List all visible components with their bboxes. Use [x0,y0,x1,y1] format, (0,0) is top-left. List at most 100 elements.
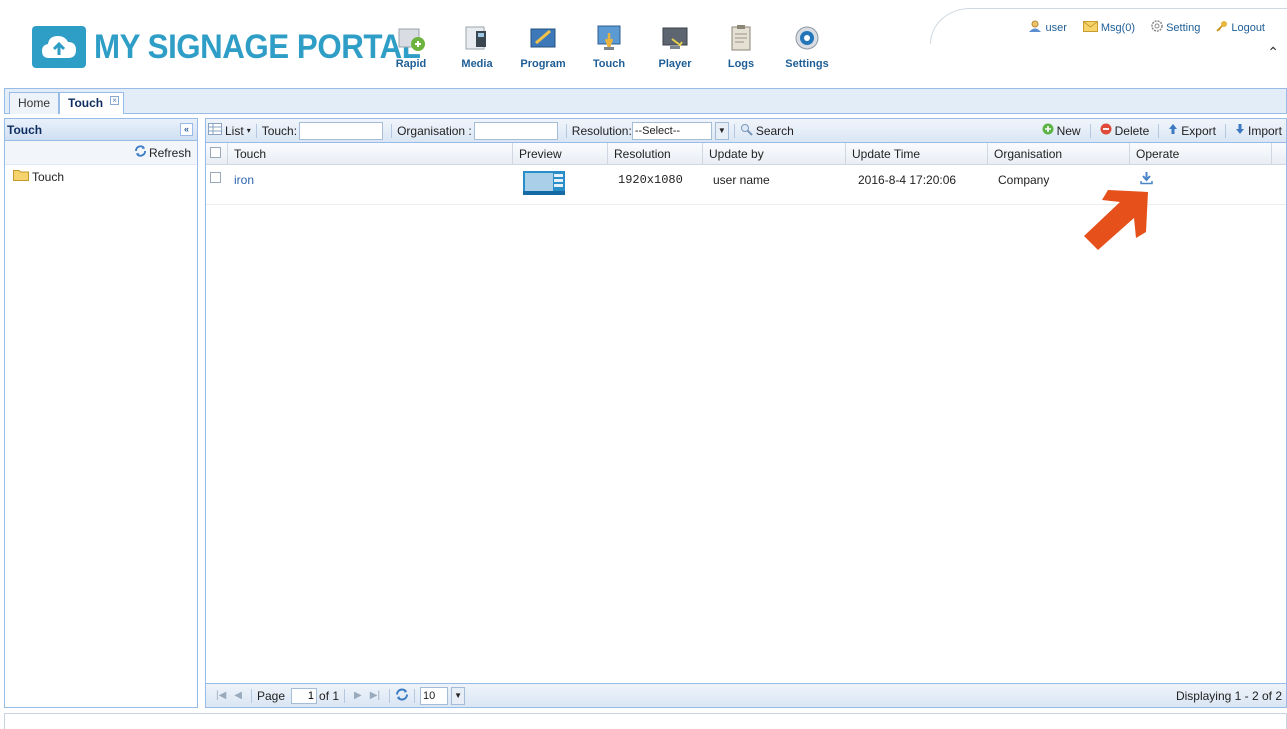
left-toolbar: Refresh [5,141,197,165]
chevron-down-icon[interactable]: ▼ [714,121,729,140]
media-icon [462,22,492,54]
tab-touch[interactable]: Touch × [59,92,125,114]
resolution-value: 1920x1080 [618,173,683,187]
top-links: user Msg(0) Setting Logout [1028,20,1265,35]
update-by-value: user name [713,173,770,187]
settings-icon [792,22,822,54]
list-menu-button[interactable]: List ▾ [208,123,251,138]
pager-separator [414,688,416,703]
nav-rapid[interactable]: Rapid [378,22,444,70]
collapse-left-icon[interactable]: « [180,123,193,136]
mail-icon [1082,20,1098,35]
program-icon [528,22,558,54]
operate-cell [1130,171,1272,188]
folder-icon [13,169,29,184]
touch-icon [594,22,624,54]
user-link[interactable]: user [1028,20,1067,35]
grid-header: Touch Preview Resolution Update by Updat… [206,143,1286,165]
search-icon [740,123,753,139]
first-page-icon[interactable]: |◀ [216,690,226,701]
select-all-checkbox[interactable] [206,143,228,164]
grid-toolbar: List ▾ Touch: Organisation : Resolution:… [206,119,1286,143]
column-organisation[interactable]: Organisation [988,143,1130,164]
page-number-input[interactable] [291,687,318,704]
touch-filter-input[interactable] [299,121,384,140]
organisation-filter-input[interactable] [473,121,558,140]
nav-logs[interactable]: Logs [708,22,774,70]
key-icon [1216,20,1228,35]
logs-icon [726,22,756,54]
rapid-icon [396,22,426,54]
toolbar-separator [1089,123,1091,138]
close-icon[interactable]: × [110,96,120,105]
column-operate[interactable]: Operate [1130,143,1272,164]
next-page-icon[interactable]: ▶ [354,690,362,701]
import-button[interactable]: Import [1235,123,1282,138]
column-resolution[interactable]: Resolution [608,143,703,164]
chevron-down-icon: ▾ [246,126,251,135]
touch-filter-label: Touch: [261,123,298,138]
refresh-button[interactable]: Refresh [134,145,191,160]
download-icon[interactable] [1140,172,1153,188]
organisation-value: Company [998,173,1050,187]
list-icon [208,123,222,138]
toolbar-separator [391,123,393,138]
toolbar-separator [733,123,735,138]
resolution-filter-label: Resolution: [571,123,632,138]
row-checkbox[interactable] [206,172,228,186]
toolbar-separator [565,123,567,138]
column-update-time[interactable]: Update Time [846,143,988,164]
page-size-select[interactable]: 10 [420,686,449,705]
toolbar-separator [1224,123,1226,138]
preview-thumbnail[interactable] [513,171,608,198]
update-time-value: 2016-8-4 17:20:06 [858,173,957,187]
previous-page-icon[interactable]: ◀ [234,690,242,701]
user-icon [1028,20,1042,35]
grid-pager: |◀ ◀ Page of 1 ▶ ▶| 10 ▼ Displaying 1 - … [206,683,1286,707]
collapse-header-icon[interactable]: ⌃ [1267,44,1279,61]
nav-program[interactable]: Program [510,22,576,70]
status-bar [4,713,1287,729]
pager-separator [344,688,346,703]
organisation-filter-label: Organisation : [397,123,472,138]
left-panel: Touch « Refresh Touch [4,118,198,708]
chevron-down-icon[interactable]: ▼ [451,686,466,705]
messages-link[interactable]: Msg(0) [1082,20,1135,35]
resolution-select[interactable]: --Select-- [631,121,712,140]
tree-item-touch[interactable]: Touch [5,165,197,188]
nav-player[interactable]: Player [642,22,708,70]
delete-button[interactable]: Delete [1100,123,1149,138]
new-button[interactable]: New [1042,123,1081,138]
search-button[interactable]: Search [740,123,794,139]
refresh-icon[interactable] [395,688,409,704]
pager-separator [251,688,252,703]
toolbar-actions: New Delete Export Import [1042,123,1282,138]
brand-name: MY SIGNAGE PORTAL [94,27,421,66]
logout-link[interactable]: Logout [1216,20,1265,35]
column-update-by[interactable]: Update by [703,143,846,164]
delete-icon [1100,123,1112,138]
nav-settings[interactable]: Settings [774,22,840,70]
app-header: MY SIGNAGE PORTAL Rapid Media Program To… [0,0,1287,88]
import-icon [1235,123,1245,138]
setting-link[interactable]: Setting [1151,20,1200,35]
pager-separator [389,688,391,703]
gear-icon [1151,20,1163,35]
column-touch[interactable]: Touch [228,143,513,164]
tab-home[interactable]: Home [9,92,60,114]
toolbar-separator [1158,123,1160,138]
tab-bar: Home Touch × [4,88,1287,114]
player-icon [660,22,690,54]
export-button[interactable]: Export [1168,123,1216,138]
refresh-icon [134,145,147,160]
callout-arrow-icon [1076,188,1156,261]
column-preview[interactable]: Preview [513,143,608,164]
cloud-upload-icon [32,26,86,68]
last-page-icon[interactable]: ▶| [370,690,380,701]
add-icon [1042,123,1054,138]
nav-touch[interactable]: Touch [576,22,642,70]
left-panel-header: Touch « [5,119,197,141]
export-icon [1168,123,1178,138]
nav-media[interactable]: Media [444,22,510,70]
touch-name-link[interactable]: iron [228,173,513,187]
